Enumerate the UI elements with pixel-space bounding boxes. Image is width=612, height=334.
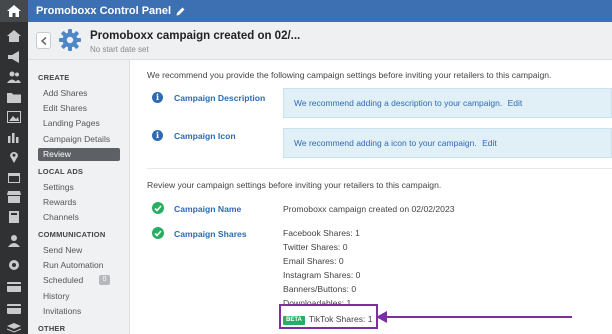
sidebar-item-landing-pages[interactable]: Landing Pages xyxy=(38,117,120,130)
dashboard-icon[interactable] xyxy=(0,27,28,45)
icon-recommendation: We recommend adding a icon to your campa… xyxy=(283,128,612,158)
settings-gear-icon[interactable] xyxy=(0,256,28,274)
sidebar-item-send-new[interactable]: Send New xyxy=(38,244,120,257)
sidebar-item-run-automation[interactable]: Run Automation xyxy=(38,259,120,272)
sidebar-item-scheduled[interactable]: Scheduled 0 xyxy=(38,274,120,287)
check-icon xyxy=(152,202,164,214)
app-title: Promoboxx Control Panel xyxy=(36,5,172,17)
campaign-subtitle: No start date set xyxy=(90,45,149,54)
section-communication: COMMUNICATION xyxy=(38,230,106,239)
section-create: CREATE xyxy=(38,73,70,82)
store-icon[interactable] xyxy=(0,188,28,206)
image-icon[interactable] xyxy=(0,108,28,126)
chevron-left-icon xyxy=(40,32,47,50)
campaign-name-value: Promoboxx campaign created on 02/02/2023 xyxy=(283,204,455,214)
twitter-shares-count: Twitter Shares: 0 xyxy=(283,242,348,252)
review-text: Review your campaign settings before inv… xyxy=(147,180,442,190)
folder-icon[interactable] xyxy=(0,88,28,106)
campaign-description-link[interactable]: Campaign Description xyxy=(174,93,265,103)
description-recommendation: We recommend adding a description to you… xyxy=(283,88,612,118)
sidebar-item-review[interactable]: Review xyxy=(38,148,120,161)
info-icon: i xyxy=(152,130,163,141)
sidebar-item-label: Scheduled xyxy=(43,275,84,285)
user-icon[interactable] xyxy=(0,232,28,250)
book-icon[interactable] xyxy=(0,208,28,226)
campaign-name-link[interactable]: Campaign Name xyxy=(174,204,241,214)
sidebar-item-settings[interactable]: Settings xyxy=(38,181,120,194)
highlight-box xyxy=(279,304,378,329)
credit-card-icon[interactable] xyxy=(0,278,28,296)
home-icon[interactable] xyxy=(0,0,28,22)
sidebar-item-campaign-details[interactable]: Campaign Details xyxy=(38,133,120,146)
arrow-left-icon xyxy=(376,310,572,329)
layers-icon[interactable] xyxy=(0,320,28,334)
sidebar-item-channels[interactable]: Channels xyxy=(38,211,120,224)
review-panel: We recommend you provide the following c… xyxy=(131,60,612,334)
campaign-header: Promoboxx campaign created on 02/... No … xyxy=(28,22,612,60)
sidebar-item-edit-shares[interactable]: Edit Shares xyxy=(38,102,120,115)
people-icon[interactable] xyxy=(0,68,28,86)
icon-rail xyxy=(0,0,28,334)
campaign-icon-link[interactable]: Campaign Icon xyxy=(174,131,236,141)
section-other: OTHER xyxy=(38,324,66,333)
campaign-shares-link[interactable]: Campaign Shares xyxy=(174,229,247,239)
megaphone-icon[interactable] xyxy=(0,48,28,66)
sidebar-item-rewards[interactable]: Rewards xyxy=(38,196,120,209)
email-shares-count: Email Shares: 0 xyxy=(283,256,344,266)
facebook-shares-count: Facebook Shares: 1 xyxy=(283,228,360,238)
edit-icon-link[interactable]: Edit xyxy=(482,138,497,148)
campaign-sidebar: CREATE Add Shares Edit Shares Landing Pa… xyxy=(28,60,130,334)
section-divider xyxy=(147,168,612,169)
back-button[interactable] xyxy=(36,32,51,49)
campaign-title: Promoboxx campaign created on 02/... xyxy=(90,30,301,42)
sidebar-item-add-shares[interactable]: Add Shares xyxy=(38,87,120,100)
billing-card-icon[interactable] xyxy=(0,300,28,318)
top-bar: Promoboxx Control Panel xyxy=(28,0,612,22)
recommendation-message: We recommend adding a description to you… xyxy=(294,98,503,108)
edit-pencil-icon[interactable] xyxy=(176,7,185,16)
edit-description-link[interactable]: Edit xyxy=(508,98,523,108)
info-icon: i xyxy=(152,92,163,103)
campaign-gear-icon xyxy=(59,29,81,56)
section-local-ads: LOCAL ADS xyxy=(38,167,84,176)
scheduled-count-badge: 0 xyxy=(99,275,110,285)
sidebar-item-history[interactable]: History xyxy=(38,290,120,303)
recommendation-message: We recommend adding a icon to your campa… xyxy=(294,138,477,148)
sidebar-item-invitations[interactable]: Invitations xyxy=(38,305,120,318)
map-pin-icon[interactable] xyxy=(0,148,28,166)
calendar-icon[interactable] xyxy=(0,168,28,186)
bar-chart-icon[interactable] xyxy=(0,128,28,146)
check-icon xyxy=(152,227,164,239)
instagram-shares-count: Instagram Shares: 0 xyxy=(283,270,361,280)
recommend-text: We recommend you provide the following c… xyxy=(147,70,552,80)
banners-buttons-count: Banners/Buttons: 0 xyxy=(283,284,357,294)
